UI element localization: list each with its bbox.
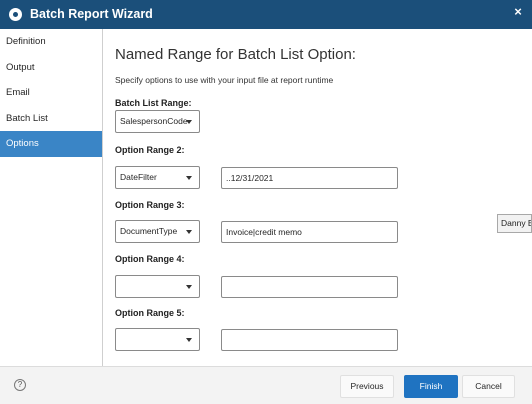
title-bar: Batch Report Wizard × — [0, 0, 532, 29]
sidebar-item-email[interactable]: Email — [0, 80, 102, 106]
option-range-3-label: Option Range 3: — [115, 200, 185, 210]
option-range-2-input[interactable]: ..12/31/2021 — [221, 167, 398, 189]
wizard-sidebar: Definition Output Email Batch List Optio… — [0, 29, 103, 366]
option-range-5-select[interactable] — [115, 328, 200, 351]
option-range-3-select[interactable]: DocumentType — [115, 220, 200, 243]
chevron-down-icon — [186, 338, 192, 342]
help-icon[interactable]: ? — [14, 379, 26, 391]
chevron-down-icon — [186, 285, 192, 289]
page-description: Specify options to use with your input f… — [115, 75, 334, 85]
option-range-4-input[interactable] — [221, 276, 398, 298]
option-range-2-select[interactable]: DateFilter — [115, 166, 200, 189]
window-title: Batch Report Wizard — [30, 7, 153, 21]
page-title: Named Range for Batch List Option: — [115, 46, 356, 63]
option-range-4-label: Option Range 4: — [115, 254, 185, 264]
option-range-4-select[interactable] — [115, 275, 200, 298]
option-range-2-select-value: DateFilter — [120, 172, 157, 182]
option-range-5-label: Option Range 5: — [115, 308, 185, 318]
sidebar-item-definition[interactable]: Definition — [0, 29, 102, 55]
sidebar-item-batch-list[interactable]: Batch List — [0, 106, 102, 132]
option-range-3-input[interactable]: Invoice|credit memo — [221, 221, 398, 243]
previous-button[interactable]: Previous — [340, 375, 394, 398]
chevron-down-icon — [186, 120, 192, 124]
user-tooltip: Danny B — [497, 214, 532, 233]
sidebar-item-output[interactable]: Output — [0, 55, 102, 81]
batch-list-range-label: Batch List Range: — [115, 98, 192, 108]
app-logo-icon — [9, 8, 22, 21]
option-range-5-input[interactable] — [221, 329, 398, 351]
sidebar-item-options[interactable]: Options — [0, 131, 102, 157]
option-range-3-select-value: DocumentType — [120, 226, 178, 236]
options-panel: Named Range for Batch List Option: Speci… — [103, 29, 532, 366]
batch-list-range-select[interactable]: SalespersonCode — [115, 110, 200, 133]
close-icon[interactable]: × — [510, 4, 526, 20]
chevron-down-icon — [186, 230, 192, 234]
batch-list-range-value: SalespersonCode — [120, 116, 188, 126]
cancel-button[interactable]: Cancel — [462, 375, 515, 398]
option-range-2-label: Option Range 2: — [115, 145, 185, 155]
chevron-down-icon — [186, 176, 192, 180]
wizard-footer: ? Previous Finish Cancel — [0, 366, 532, 404]
finish-button[interactable]: Finish — [404, 375, 458, 398]
